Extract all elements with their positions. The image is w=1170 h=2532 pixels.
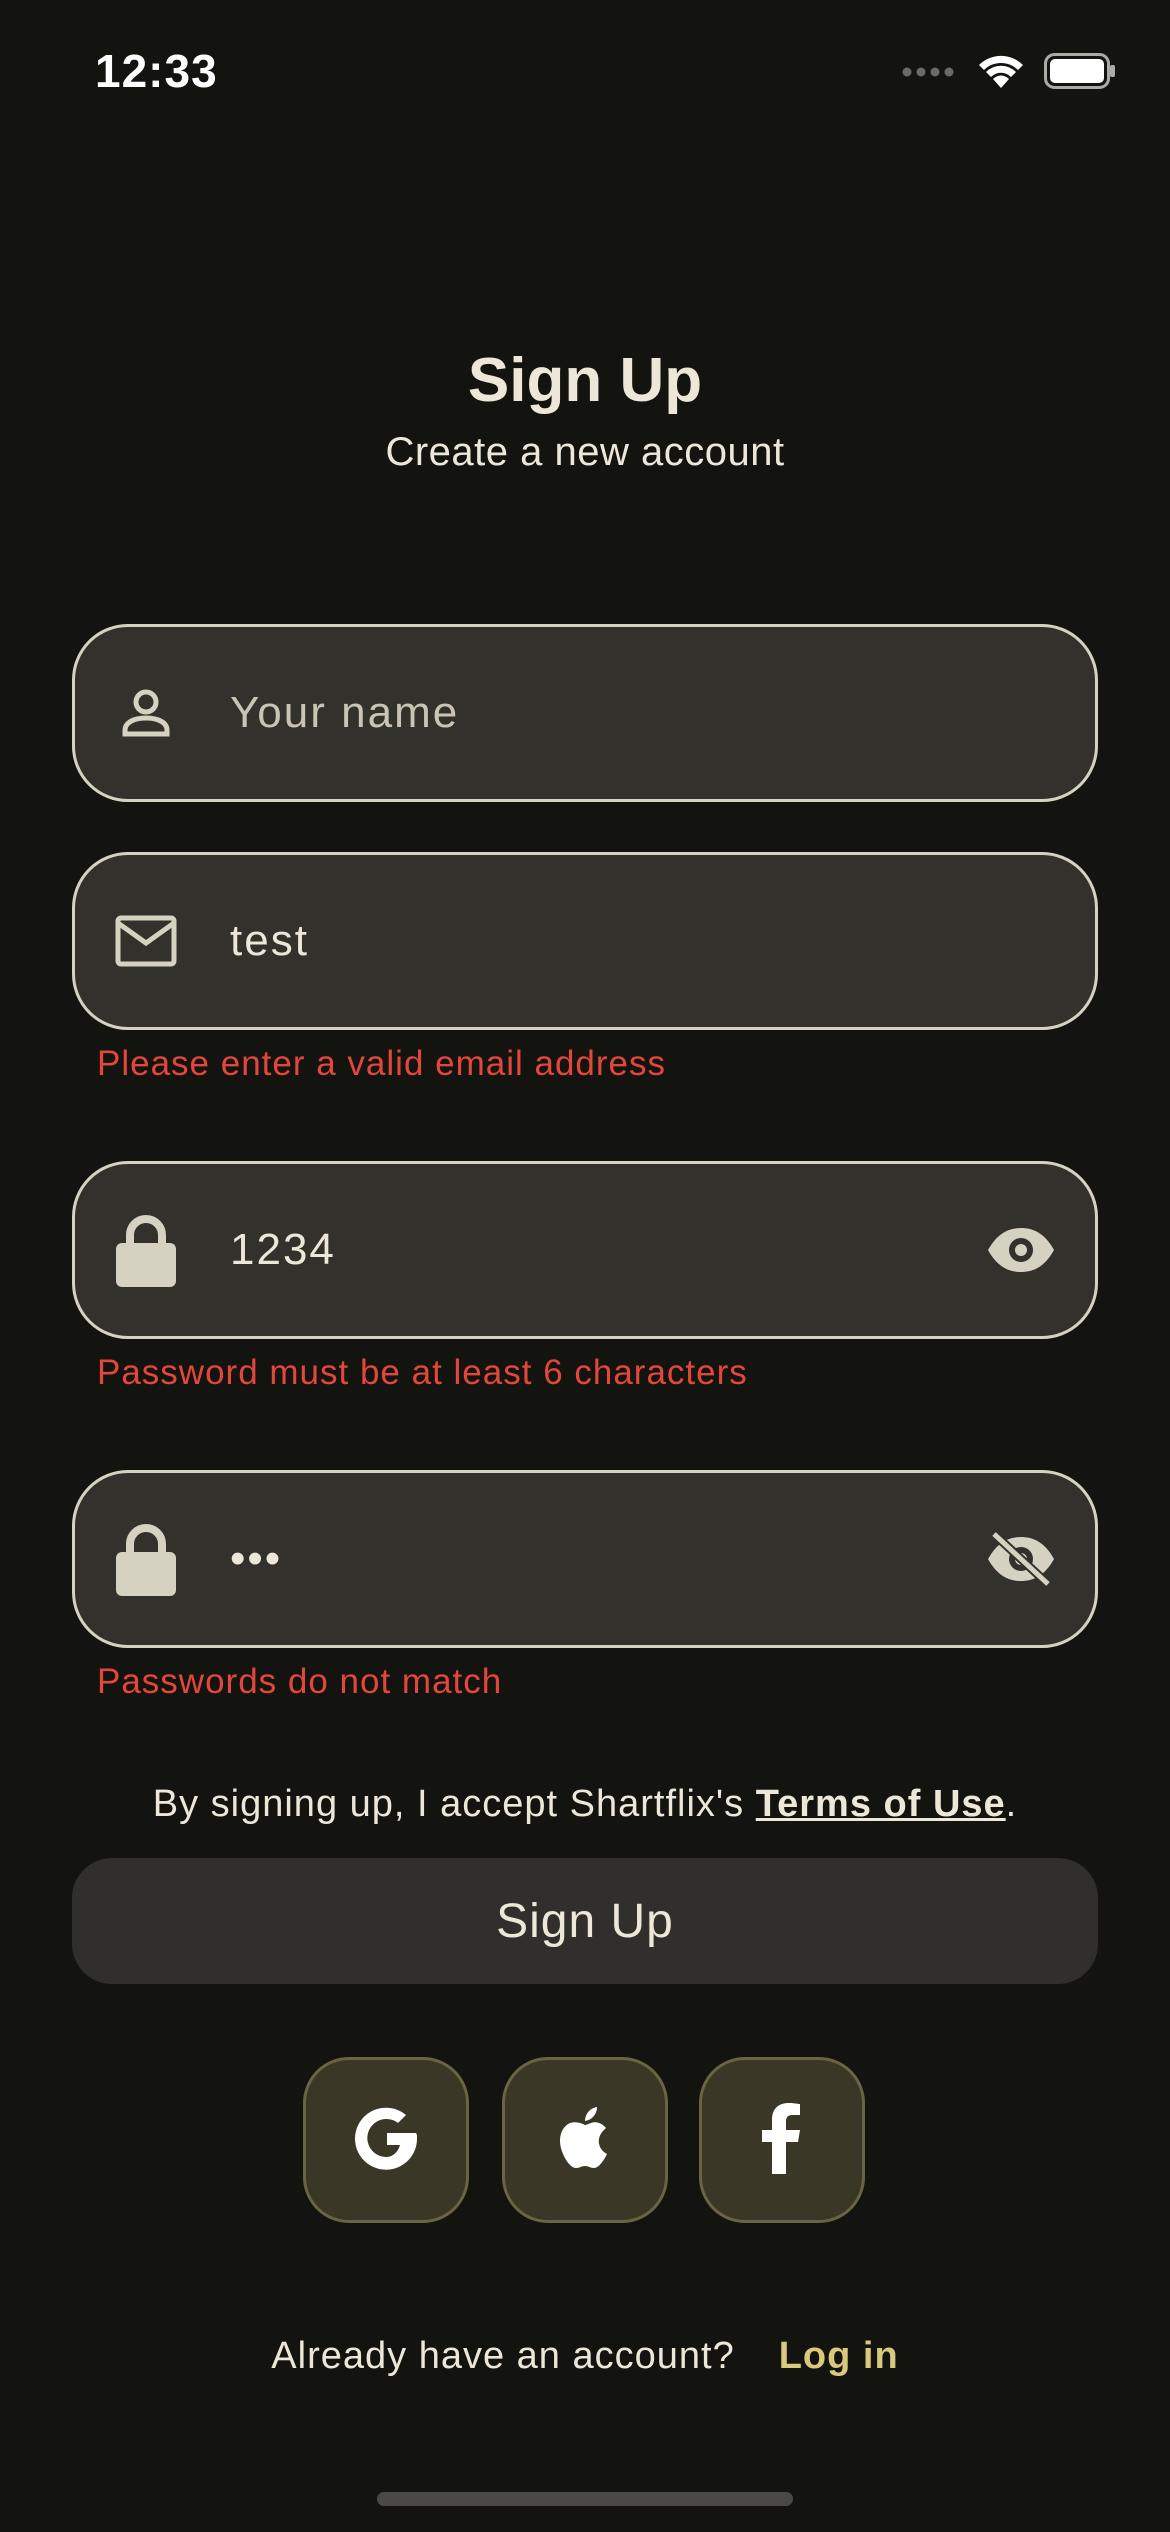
apple-icon xyxy=(556,2105,614,2176)
terms-prefix: By signing up, I accept Shartflix's xyxy=(152,1783,756,1825)
battery-icon xyxy=(1044,53,1116,94)
facebook-sign-in-button[interactable] xyxy=(699,2057,865,2223)
lock-icon xyxy=(111,1215,181,1287)
wifi-icon xyxy=(976,52,1026,95)
status-icons xyxy=(902,52,1116,95)
eye-icon[interactable] xyxy=(983,1212,1059,1288)
facebook-icon xyxy=(760,2102,804,2179)
terms-of-use-link[interactable]: Terms of Use xyxy=(756,1783,1006,1825)
confirm-password-input[interactable]: ••• xyxy=(230,1534,282,1584)
eye-off-icon[interactable] xyxy=(983,1521,1059,1597)
google-sign-in-button[interactable] xyxy=(303,2057,469,2223)
home-indicator[interactable] xyxy=(377,2492,793,2506)
email-error: Please enter a valid email address xyxy=(97,1044,667,1083)
status-time: 12:33 xyxy=(95,45,218,97)
page-title: Sign Up xyxy=(467,346,703,415)
lock-icon xyxy=(111,1524,181,1596)
name-input[interactable]: Your name xyxy=(230,688,459,738)
terms-text: By signing up, I accept Shartflix's Term… xyxy=(0,1783,1170,1826)
login-prompt: Already have an account? Log in xyxy=(0,2335,1170,2378)
password-input[interactable]: 1234 xyxy=(230,1225,336,1275)
envelope-icon xyxy=(111,906,181,976)
password-field[interactable]: 1234 xyxy=(72,1161,1098,1339)
person-icon xyxy=(111,678,181,748)
sign-up-button[interactable]: Sign Up xyxy=(72,1858,1098,1984)
confirm-password-field[interactable]: ••• xyxy=(72,1470,1098,1648)
signal-icon xyxy=(902,64,958,83)
already-have-account-text: Already have an account? xyxy=(271,2335,735,2377)
email-field[interactable]: test xyxy=(72,852,1098,1030)
password-error: Password must be at least 6 characters xyxy=(97,1353,748,1392)
confirm-password-error: Passwords do not match xyxy=(97,1662,503,1701)
log-in-link[interactable]: Log in xyxy=(779,2335,899,2378)
page-subtitle: Create a new account xyxy=(385,430,785,474)
email-input[interactable]: test xyxy=(230,916,309,966)
google-icon xyxy=(351,2103,421,2178)
apple-sign-in-button[interactable] xyxy=(502,2057,668,2223)
terms-suffix: . xyxy=(1005,1783,1018,1825)
name-field[interactable]: Your name xyxy=(72,624,1098,802)
